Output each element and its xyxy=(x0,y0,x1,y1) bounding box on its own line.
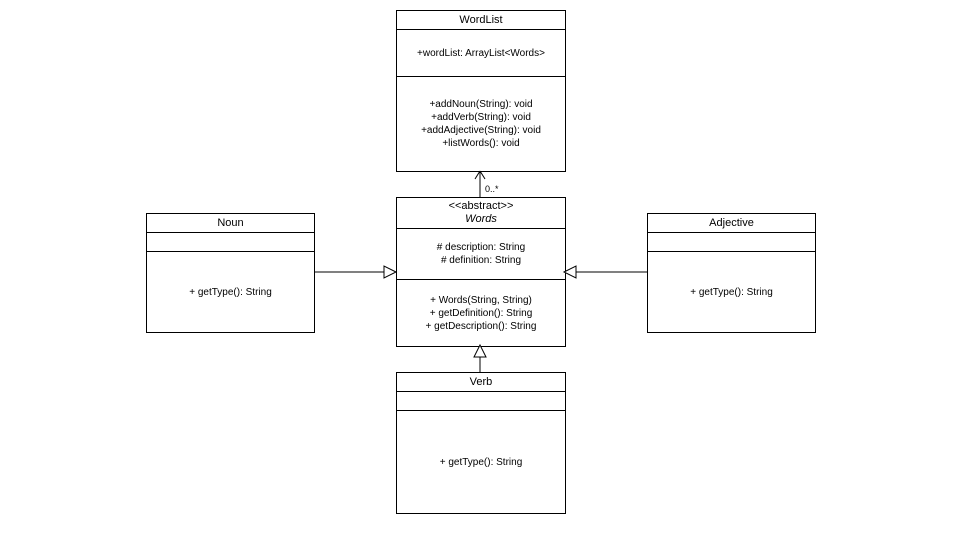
method-text: + getType(): String xyxy=(690,286,773,299)
class-noun: Noun + getType(): String xyxy=(146,213,315,333)
class-methods: + getType(): String xyxy=(147,252,314,332)
class-methods: + Words(String, String) + getDefinition(… xyxy=(397,280,565,346)
multiplicity-label: 0..* xyxy=(485,184,499,194)
class-title: <<abstract>> Words xyxy=(397,198,565,229)
method-text: +addAdjective(String): void xyxy=(421,124,541,137)
method-text: + getType(): String xyxy=(189,286,272,299)
generalization-noun-words xyxy=(314,266,396,278)
method-text: + Words(String, String) xyxy=(430,294,532,307)
class-verb: Verb + getType(): String xyxy=(396,372,566,514)
method-text: + getType(): String xyxy=(440,456,523,469)
generalization-verb-words xyxy=(474,345,486,372)
attribute-text: # description: String xyxy=(437,241,525,254)
method-text: +listWords(): void xyxy=(442,137,519,150)
association-wordlist-words: 0..* xyxy=(475,171,499,197)
class-attributes: +wordList: ArrayList<Words> xyxy=(397,30,565,77)
class-methods: +addNoun(String): void +addVerb(String):… xyxy=(397,77,565,171)
class-title: WordList xyxy=(397,11,565,30)
class-methods: + getType(): String xyxy=(648,252,815,332)
method-text: +addNoun(String): void xyxy=(429,98,532,111)
method-text: + getDescription(): String xyxy=(426,320,537,333)
attribute-text: +wordList: ArrayList<Words> xyxy=(417,47,545,60)
class-adjective: Adjective + getType(): String xyxy=(647,213,816,333)
generalization-adjective-words xyxy=(564,266,647,278)
class-attributes xyxy=(648,233,815,252)
attribute-text: # definition: String xyxy=(441,254,521,267)
method-text: + getDefinition(): String xyxy=(430,307,533,320)
class-stereotype: <<abstract>> xyxy=(403,200,559,213)
class-title: Verb xyxy=(397,373,565,392)
class-attributes: # description: String # definition: Stri… xyxy=(397,229,565,280)
class-words: <<abstract>> Words # description: String… xyxy=(396,197,566,347)
class-title: Noun xyxy=(147,214,314,233)
class-methods: + getType(): String xyxy=(397,411,565,513)
class-attributes xyxy=(147,233,314,252)
method-text: +addVerb(String): void xyxy=(431,111,531,124)
class-name: Words xyxy=(403,213,559,226)
class-title: Adjective xyxy=(648,214,815,233)
class-wordlist: WordList +wordList: ArrayList<Words> +ad… xyxy=(396,10,566,172)
class-attributes xyxy=(397,392,565,411)
